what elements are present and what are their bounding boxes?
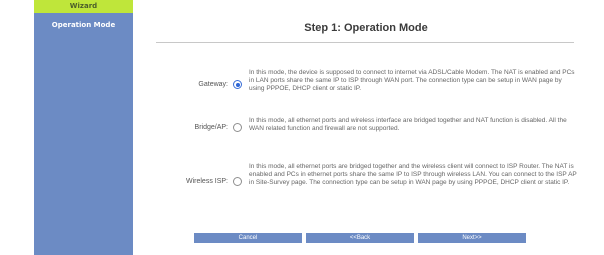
bridge-ap-description: In this mode, all ethernet ports and wir… [249,117,567,132]
sidebar-item-operation-mode[interactable]: Operation Mode [34,19,133,31]
cancel-button[interactable]: Cancel [194,233,302,243]
gateway-label: Gateway: [198,81,228,88]
sidebar-item-wizard[interactable]: Wizard [34,0,133,13]
gateway-description: In this mode, the device is supposed to … [249,69,575,92]
bridge-ap-radio[interactable] [233,123,242,132]
gateway-radio[interactable] [233,80,242,89]
page-title: Step 1: Operation Mode [304,22,428,34]
sidebar: Wizard Operation Mode [34,0,133,255]
wireless-isp-radio[interactable] [233,177,242,186]
bridge-ap-label: Bridge/AP: [194,124,228,131]
next-button[interactable]: Next>> [418,233,526,243]
title-divider [156,42,574,43]
wireless-isp-label: Wireless ISP: [185,178,228,185]
wireless-isp-description: In this mode, all ethernet ports are bri… [249,163,577,186]
back-button[interactable]: <<Back [306,233,414,243]
